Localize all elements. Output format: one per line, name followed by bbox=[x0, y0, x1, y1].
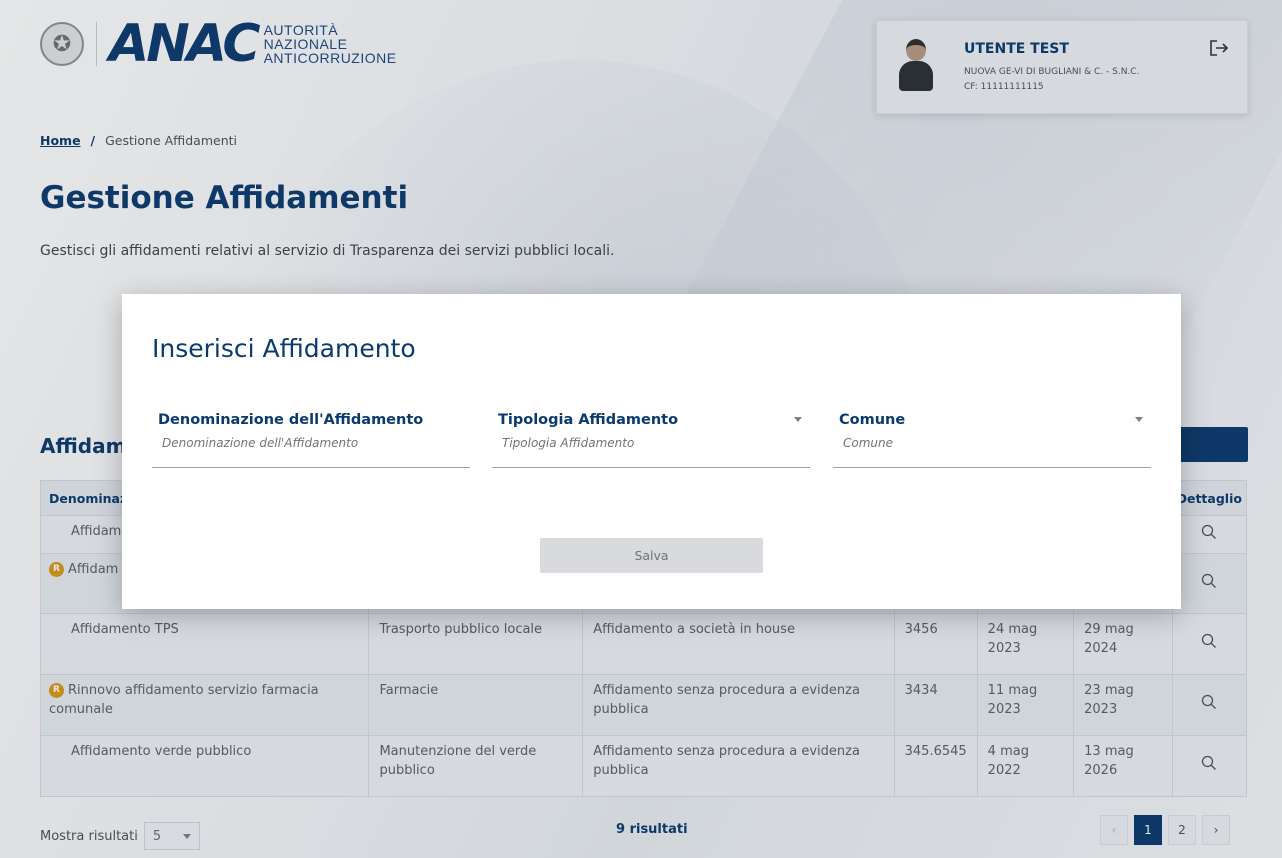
denominazione-label: Denominazione dell'Affidamento bbox=[158, 412, 424, 428]
denominazione-field[interactable]: Denominazione dell'Affidamento Denominaz… bbox=[152, 412, 470, 468]
denominazione-input[interactable]: Denominazione dell'Affidamento bbox=[152, 436, 470, 450]
chevron-down-icon bbox=[794, 417, 802, 422]
insert-affidamento-modal: Inserisci Affidamento Denominazione dell… bbox=[122, 294, 1181, 609]
comune-placeholder: Comune bbox=[843, 436, 894, 450]
tipologia-placeholder: Tipologia Affidamento bbox=[502, 436, 635, 450]
chevron-down-icon bbox=[1135, 417, 1143, 422]
comune-label: Comune bbox=[839, 412, 906, 428]
tipologia-select[interactable]: Tipologia Affidamento Tipologia Affidame… bbox=[492, 412, 810, 468]
tipologia-label: Tipologia Affidamento bbox=[498, 412, 679, 428]
modal-title: Inserisci Affidamento bbox=[152, 334, 416, 363]
save-button[interactable]: Salva bbox=[540, 538, 763, 573]
comune-select[interactable]: Comune Comune bbox=[833, 412, 1151, 468]
